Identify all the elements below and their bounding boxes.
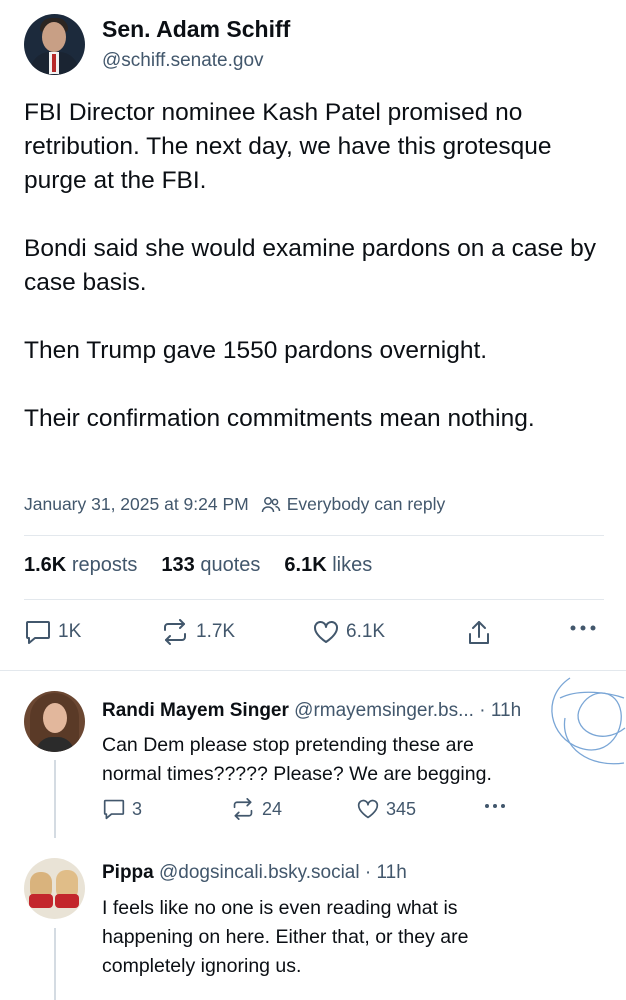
more-icon (570, 625, 596, 631)
scribble-mark (551, 677, 626, 765)
more-button[interactable] (568, 623, 604, 633)
post-paragraph: FBI Director nominee Kash Patel promised… (24, 99, 552, 194)
reply-icon (26, 621, 50, 644)
reply-count: 1K (58, 621, 82, 642)
repost-icon (164, 619, 186, 645)
repost-count: 1.7K (196, 621, 236, 642)
heart-icon (357, 799, 379, 819)
reply-button[interactable]: 1K (24, 619, 81, 645)
reply-actions: 3 24 345 (102, 798, 522, 824)
reply-text: Can Dem please stop pretending these are… (102, 734, 492, 785)
divider (24, 599, 604, 600)
author-name[interactable]: Sen. Adam Schiff (102, 16, 290, 43)
repost-icon (233, 798, 253, 820)
post-actions: 1K 1.7K 6.1K (24, 619, 604, 649)
repost-button[interactable]: 1.7K (160, 619, 235, 645)
reply-icon (103, 799, 125, 820)
share-button[interactable] (466, 619, 498, 647)
reply-setting[interactable]: Everybody can reply (287, 494, 446, 515)
author-avatar[interactable] (24, 14, 85, 75)
post-meta: January 31, 2025 at 9:24 PM Everybody ca… (24, 494, 445, 515)
post-timestamp: January 31, 2025 at 9:24 PM (24, 494, 249, 514)
reply-author[interactable]: Pippa @dogsincali.bsky.social · 11h (102, 862, 407, 884)
reply-avatar[interactable] (24, 691, 85, 752)
divider (24, 535, 604, 536)
post-paragraph: Then Trump gave 1550 pardons overnight. (24, 337, 488, 364)
post-paragraph: Bondi said she would examine pardons on … (24, 235, 597, 296)
likes-stat[interactable]: 6.1K likes (284, 554, 372, 577)
more-button[interactable] (482, 802, 514, 810)
post-stats: 1.6K reposts 133 quotes 6.1K likes (24, 554, 372, 577)
more-icon (485, 804, 505, 808)
like-button[interactable]: 345 (356, 798, 416, 820)
reply-button[interactable]: 3 (102, 798, 142, 820)
people-icon (261, 496, 281, 514)
like-count: 6.1K (346, 621, 386, 642)
reply-text: I feels like no one is even reading what… (102, 897, 469, 977)
heart-icon (314, 621, 338, 643)
repost-button[interactable]: 24 (230, 798, 282, 820)
thread-line (54, 928, 56, 1000)
reply-avatar[interactable] (24, 858, 85, 919)
reposts-stat[interactable]: 1.6K reposts (24, 554, 137, 577)
thread-line (54, 760, 56, 838)
like-button[interactable]: 6.1K (312, 619, 385, 645)
author-handle[interactable]: @schiff.senate.gov (102, 50, 264, 72)
post-text: FBI Director nominee Kash Patel promised… (24, 96, 609, 436)
post-paragraph: Their confirmation commitments mean noth… (24, 405, 535, 432)
share-icon (469, 621, 489, 644)
quotes-stat[interactable]: 133 quotes (161, 554, 260, 577)
reply-author[interactable]: Randi Mayem Singer @rmayemsinger.bs... ·… (102, 700, 521, 722)
